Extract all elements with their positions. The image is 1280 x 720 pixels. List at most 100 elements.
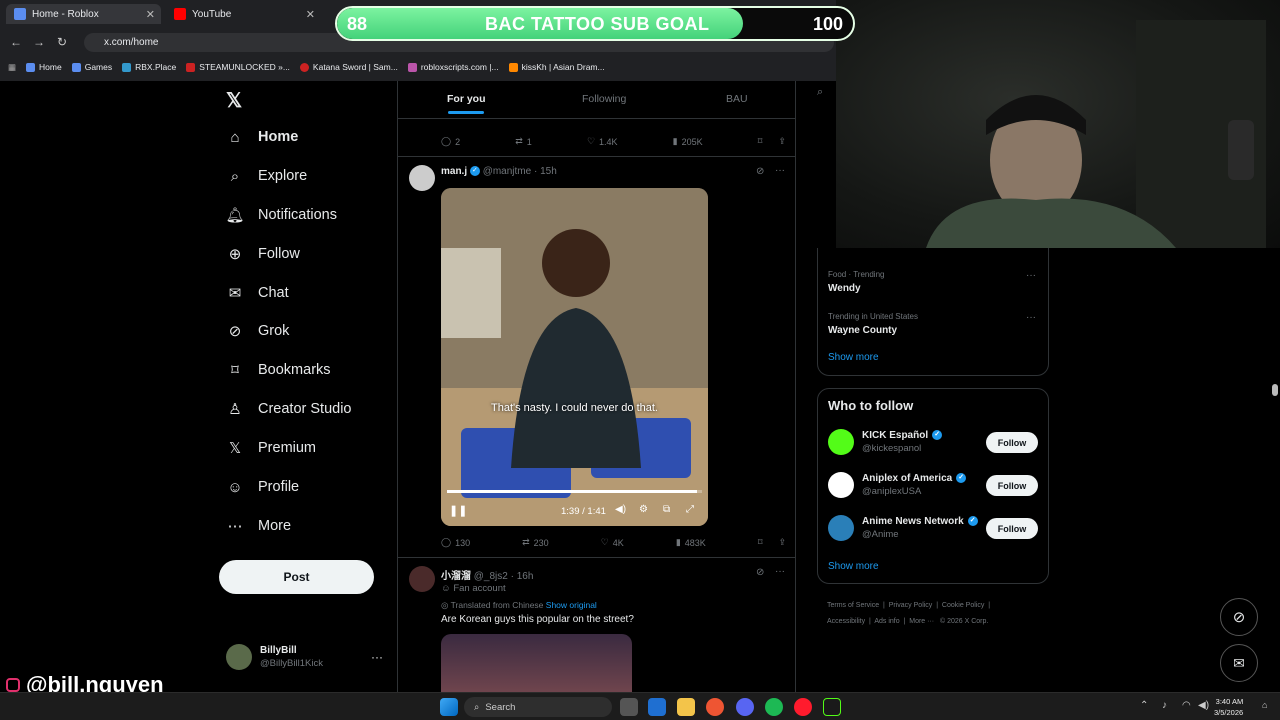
follow-button[interactable]: Follow bbox=[986, 432, 1038, 453]
tab-youtube[interactable]: YouTube ✕ bbox=[166, 4, 321, 24]
more-options-icon[interactable]: ··· bbox=[775, 165, 785, 176]
close-icon[interactable]: ✕ bbox=[146, 8, 155, 21]
repost-button[interactable]: ⇄ 230 bbox=[522, 537, 549, 548]
windows-start-icon[interactable] bbox=[440, 698, 458, 716]
bookmark-rbxplace[interactable]: RBX.Place bbox=[122, 62, 176, 72]
grok-icon[interactable]: ⊘ bbox=[756, 567, 764, 578]
nav-item-notifications[interactable]: 🔔︎ Notifications bbox=[225, 206, 337, 224]
follow-show-more[interactable]: Show more bbox=[828, 561, 879, 572]
video-player[interactable]: That's nasty. I could never do that. ❚❚ … bbox=[441, 188, 708, 526]
opera-icon[interactable] bbox=[794, 698, 812, 716]
notifications-icon[interactable]: ⌂ bbox=[1262, 700, 1267, 710]
settings-icon[interactable]: ⚙ bbox=[639, 504, 648, 515]
apps-icon[interactable]: ▦ bbox=[8, 62, 16, 73]
reply-button[interactable]: ◯ 130 bbox=[441, 537, 470, 548]
nav-item-profile[interactable]: ☺ Profile bbox=[226, 478, 299, 496]
more-options-icon[interactable]: ··· bbox=[371, 650, 383, 664]
file-explorer-icon[interactable] bbox=[677, 698, 695, 716]
nav-item-premium[interactable]: 𝕏 Premium bbox=[226, 439, 316, 457]
bookmark-button[interactable]: ⌑ ⇪ bbox=[758, 537, 786, 548]
taskbar-search[interactable]: ⌕ Search bbox=[464, 697, 612, 717]
nav-item-creator-studio[interactable]: ♙ Creator Studio bbox=[226, 400, 351, 418]
tab-for-you[interactable]: For you bbox=[447, 93, 486, 105]
more-options-icon[interactable]: ··· bbox=[1026, 312, 1036, 323]
more-options-icon[interactable]: ··· bbox=[1026, 270, 1036, 281]
back-icon[interactable]: ← bbox=[10, 35, 22, 49]
post-image[interactable] bbox=[441, 634, 632, 692]
author-handle[interactable]: @manjtme bbox=[483, 166, 532, 177]
footer-terms[interactable]: Terms of Service bbox=[827, 602, 879, 609]
avatar[interactable] bbox=[409, 165, 435, 191]
bookmark-steamunlocked[interactable]: STEAMUNLOCKED »... bbox=[186, 62, 290, 72]
more-options-icon[interactable]: ··· bbox=[775, 566, 785, 577]
follow-button[interactable]: Follow bbox=[986, 518, 1038, 539]
post-button[interactable]: Post bbox=[219, 560, 374, 594]
discord-icon[interactable] bbox=[736, 698, 754, 716]
nav-item-bookmarks[interactable]: ⌑ Bookmarks bbox=[226, 361, 330, 379]
bookmark-kisskh[interactable]: kissKh | Asian Dram... bbox=[508, 62, 605, 72]
obs-icon[interactable] bbox=[823, 698, 841, 716]
search-icon[interactable]: ⌕ bbox=[817, 86, 837, 110]
nav-item-home[interactable]: ⌂ Home bbox=[226, 128, 298, 146]
nav-item-grok[interactable]: ⊘ Grok bbox=[226, 322, 290, 340]
volume-icon[interactable]: ◀) bbox=[615, 504, 626, 515]
trend-item[interactable]: Trending in United States Wayne County bbox=[828, 312, 918, 336]
scrollbar-thumb[interactable] bbox=[1272, 384, 1278, 396]
footer-cookie[interactable]: Cookie Policy bbox=[942, 602, 984, 609]
nav-item-chat[interactable]: ✉ Chat bbox=[226, 284, 289, 302]
show-original-link[interactable]: Show original bbox=[546, 600, 597, 610]
author-name[interactable]: man.j bbox=[441, 166, 467, 177]
post-time[interactable]: · 16h bbox=[511, 571, 534, 582]
follow-suggestion[interactable]: Anime News Network ✓ @Anime bbox=[828, 515, 978, 541]
footer-ads-info[interactable]: Ads info bbox=[874, 618, 899, 625]
mic-icon[interactable]: ♪ bbox=[1162, 700, 1167, 711]
footer-privacy[interactable]: Privacy Policy bbox=[889, 602, 933, 609]
footer-accessibility[interactable]: Accessibility bbox=[827, 618, 865, 625]
store-app-icon[interactable] bbox=[648, 698, 666, 716]
views-button[interactable]: ▮ 205K bbox=[673, 136, 703, 147]
post-time[interactable]: · 15h bbox=[534, 166, 557, 177]
close-icon[interactable]: ✕ bbox=[306, 8, 315, 21]
avatar[interactable] bbox=[409, 566, 435, 592]
account-switcher[interactable]: BillyBill @BillyBill1Kick bbox=[226, 644, 323, 670]
views-button[interactable]: ▮ 483K bbox=[676, 537, 706, 548]
mic-app-icon[interactable] bbox=[620, 698, 638, 716]
like-button[interactable]: ♡ 1.4K bbox=[587, 136, 618, 147]
follow-suggestion[interactable]: KICK Español ✓ @kickespanol bbox=[828, 429, 943, 455]
reload-icon[interactable]: ↻ bbox=[57, 35, 67, 49]
bookmark-robloxscripts[interactable]: robloxscripts.com |... bbox=[407, 62, 499, 72]
tab-roblox[interactable]: Home - Roblox ✕ bbox=[6, 4, 161, 24]
follow-button[interactable]: Follow bbox=[986, 475, 1038, 496]
bookmark-home[interactable]: Home bbox=[26, 62, 62, 72]
messages-fab-icon[interactable]: ✉ bbox=[1220, 644, 1258, 682]
bookmark-games[interactable]: Games bbox=[71, 62, 112, 72]
forward-icon[interactable]: → bbox=[33, 35, 45, 49]
reply-button[interactable]: ◯ 2 bbox=[441, 136, 460, 147]
video-progress-track[interactable] bbox=[447, 490, 702, 493]
volume-icon[interactable]: ◀) bbox=[1198, 700, 1209, 711]
author-name[interactable]: 小溜溜 bbox=[441, 571, 471, 582]
bookmark-button[interactable]: ⌑ ⇪ bbox=[758, 136, 786, 147]
author-handle[interactable]: @_8js2 bbox=[474, 571, 508, 582]
grok-icon[interactable]: ⊘ bbox=[756, 166, 764, 177]
trend-item[interactable]: Food · Trending Wendy bbox=[828, 270, 884, 294]
like-button[interactable]: ♡ 4K bbox=[601, 537, 624, 548]
nav-item-more[interactable]: ⋯ More bbox=[226, 517, 292, 535]
chrome-icon[interactable] bbox=[706, 698, 724, 716]
wifi-icon[interactable]: ◠ bbox=[1182, 700, 1191, 711]
clock[interactable]: 3:40 AM 3/5/2026 bbox=[1214, 696, 1243, 718]
bookmark-katana[interactable]: Katana Sword | Sam... bbox=[299, 62, 398, 72]
fullscreen-icon[interactable]: ⤢ bbox=[686, 504, 694, 515]
spotify-icon[interactable] bbox=[765, 698, 783, 716]
repost-button[interactable]: ⇄ 1 bbox=[515, 136, 532, 147]
x-logo-icon[interactable]: 𝕏 bbox=[226, 88, 242, 113]
trends-show-more[interactable]: Show more bbox=[828, 352, 879, 363]
pip-icon[interactable]: ⧉ bbox=[663, 504, 670, 515]
tab-following[interactable]: Following bbox=[582, 93, 626, 105]
pause-icon[interactable]: ❚❚ bbox=[449, 504, 467, 517]
nav-item-follow[interactable]: ⊕ Follow bbox=[226, 245, 300, 263]
follow-suggestion[interactable]: Aniplex of America ✓ @aniplexUSA bbox=[828, 472, 967, 498]
grok-fab-icon[interactable]: ⊘ bbox=[1220, 598, 1258, 636]
footer-more[interactable]: More ··· bbox=[909, 618, 934, 625]
tab-bau[interactable]: BAU bbox=[726, 93, 748, 105]
